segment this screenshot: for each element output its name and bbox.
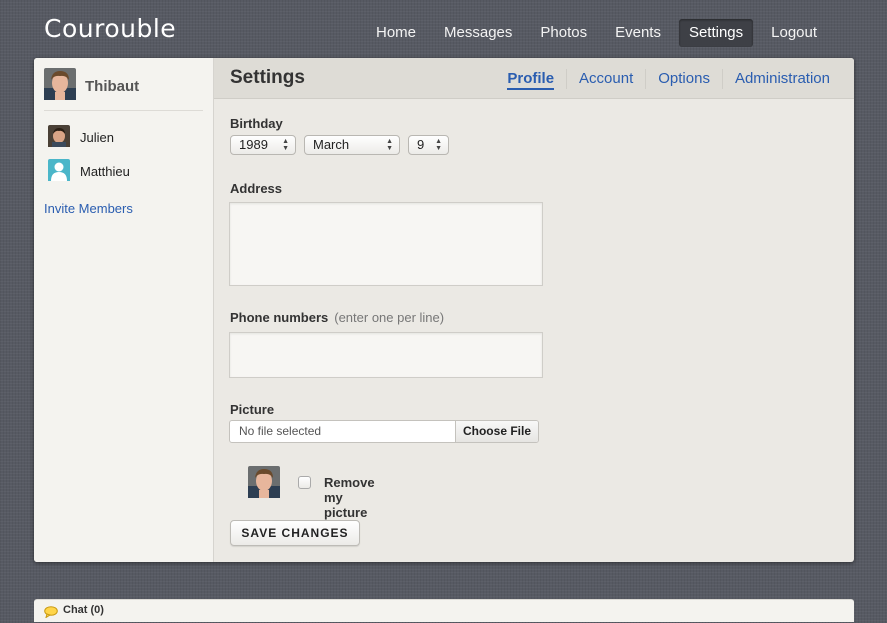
choose-file-button[interactable]: Choose File <box>455 421 538 442</box>
member-name[interactable]: Matthieu <box>80 164 130 179</box>
content-panel: Thibaut Julien Matthieu Invite Members S… <box>34 58 854 562</box>
sidebar: Thibaut Julien Matthieu Invite Members <box>34 58 214 562</box>
nav-photos[interactable]: Photos <box>530 19 597 47</box>
page-title: Settings <box>230 67 305 88</box>
tab-administration[interactable]: Administration <box>721 69 842 89</box>
nav-settings[interactable]: Settings <box>678 19 754 47</box>
address-textarea[interactable] <box>229 202 543 286</box>
phone-label-text: Phone numbers <box>230 310 329 325</box>
member-julien[interactable]: Julien <box>48 125 114 150</box>
user-name[interactable]: Thibaut <box>85 78 139 95</box>
current-picture <box>248 466 280 503</box>
phone-label: Phone numbers (enter one per line) <box>230 310 444 325</box>
select-value: March <box>313 137 350 152</box>
picture-label: Picture <box>230 402 275 417</box>
birthday-label: Birthday <box>230 116 283 131</box>
tab-account[interactable]: Account <box>566 69 645 89</box>
chat-bar[interactable]: Chat (0) <box>34 599 854 622</box>
nav-events[interactable]: Events <box>605 19 671 47</box>
speech-bubble-icon <box>44 605 58 623</box>
select-value: 1989 <box>239 137 268 152</box>
select-arrows-icon: ▲ ▼ <box>282 138 289 152</box>
birthday-day-select[interactable]: 9 ▲ ▼ <box>408 135 449 155</box>
current-user[interactable]: Thibaut <box>44 68 139 105</box>
remove-picture-label[interactable]: Remove my picture <box>324 475 375 520</box>
tab-profile[interactable]: Profile <box>495 69 566 90</box>
top-navigation: Home Messages Photos Events Settings Log… <box>366 19 835 47</box>
tab-label[interactable]: Profile <box>507 70 555 90</box>
user-avatar[interactable] <box>44 68 76 105</box>
nav-logout[interactable]: Logout <box>761 19 827 47</box>
sidebar-divider <box>44 110 203 111</box>
app-brand[interactable]: Courouble <box>44 14 176 43</box>
select-arrows-icon: ▲ ▼ <box>435 138 442 152</box>
nav-messages[interactable]: Messages <box>434 19 522 47</box>
phone-textarea[interactable] <box>229 332 543 378</box>
address-label: Address <box>230 181 283 196</box>
member-matthieu[interactable]: Matthieu <box>48 159 130 184</box>
phone-hint: (enter one per line) <box>334 310 445 325</box>
birthday-year-select[interactable]: 1989 ▲ ▼ <box>230 135 296 155</box>
default-user-icon[interactable] <box>48 159 70 184</box>
remove-picture-checkbox[interactable] <box>298 476 311 489</box>
member-avatar[interactable] <box>48 125 70 150</box>
file-status: No file selected <box>239 424 322 438</box>
invite-members-link[interactable]: Invite Members <box>44 201 133 216</box>
select-value: 9 <box>417 137 425 152</box>
member-name[interactable]: Julien <box>80 130 114 145</box>
select-arrows-icon: ▲ ▼ <box>386 138 393 152</box>
settings-header: Settings Profile Account Options Adminis… <box>214 58 854 99</box>
tab-options[interactable]: Options <box>645 69 722 89</box>
settings-main: Settings Profile Account Options Adminis… <box>214 58 854 562</box>
picture-file-input[interactable]: No file selected Choose File <box>229 420 539 443</box>
birthday-month-select[interactable]: March ▲ ▼ <box>304 135 400 155</box>
save-changes-button[interactable]: SAVE CHANGES <box>230 520 360 546</box>
nav-home[interactable]: Home <box>366 19 426 47</box>
settings-tabs: Profile Account Options Administration <box>495 69 842 90</box>
chat-label[interactable]: Chat (0) <box>63 604 104 616</box>
